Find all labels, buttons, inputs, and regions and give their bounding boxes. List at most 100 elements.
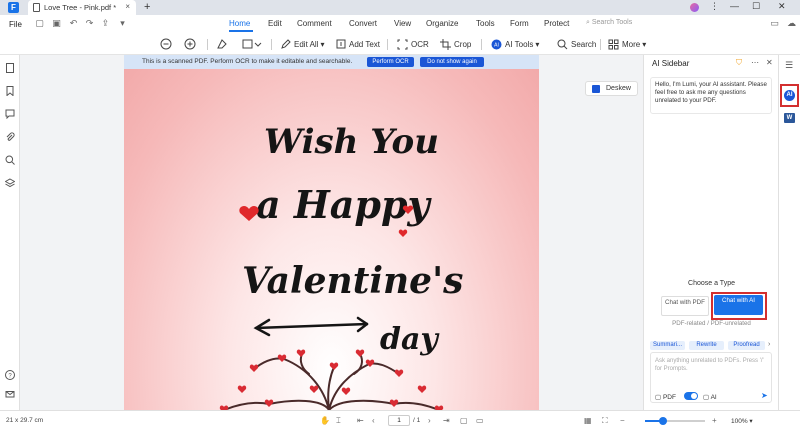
- prev-page-icon[interactable]: ‹: [372, 416, 375, 425]
- user-avatar[interactable]: [690, 3, 699, 12]
- zoom-in-icon[interactable]: +: [712, 416, 717, 425]
- close-panel-icon[interactable]: ✕: [766, 58, 773, 67]
- open-folder-icon[interactable]: ▢: [34, 18, 45, 29]
- menu-comment[interactable]: Comment: [297, 19, 332, 28]
- screen-icon[interactable]: ▭: [769, 18, 780, 29]
- chevron-down-icon: ▾: [320, 39, 325, 49]
- more-options-icon[interactable]: ⋯: [751, 58, 759, 67]
- close-window-button[interactable]: ✕: [778, 1, 786, 12]
- arrow-graphic: [253, 316, 369, 337]
- properties-icon[interactable]: ☰: [785, 60, 793, 71]
- page-number-input[interactable]: 1: [388, 415, 410, 426]
- zoom-level[interactable]: 100% ▾: [731, 417, 753, 425]
- zoom-out-button[interactable]: [160, 37, 175, 51]
- select-tool-icon[interactable]: ⌶: [336, 416, 341, 426]
- ai-tools-button[interactable]: AI AI Tools ▾: [491, 37, 539, 51]
- ai-option[interactable]: ▢ AI: [703, 393, 717, 401]
- status-bar: 21 x 29.7 cm ✋ ⌶ ⇤ ‹ 1 / 1 › ⇥ ▢ ▭ ▦ ⛶ −…: [0, 410, 800, 429]
- cart-icon[interactable]: ⛉: [736, 58, 742, 68]
- highlighter-icon: [217, 39, 227, 49]
- minimize-button[interactable]: —: [730, 1, 739, 11]
- ai-prompt-input[interactable]: Ask anything unrelated to PDFs. Press '/…: [650, 352, 772, 403]
- first-page-icon[interactable]: ⇤: [357, 416, 364, 425]
- ocr-banner-message: This is a scanned PDF. Perform OCR to ma…: [142, 58, 353, 65]
- ai-option-label: AI: [710, 394, 717, 401]
- new-tab-button[interactable]: +: [144, 1, 150, 13]
- menu-organize[interactable]: Organize: [426, 19, 458, 28]
- wish-you-text-1: Wish You: [264, 122, 439, 162]
- ai-tools-icon: AI: [491, 39, 502, 49]
- menu-tools[interactable]: Tools: [476, 19, 495, 28]
- fit-page-icon[interactable]: ▢: [460, 416, 468, 425]
- deskew-button[interactable]: Deskew: [585, 81, 638, 96]
- crop-button[interactable]: Crop: [440, 37, 471, 51]
- menu-form[interactable]: Form: [510, 19, 529, 28]
- highlight-button[interactable]: [216, 37, 231, 51]
- file-menu[interactable]: File: [9, 20, 22, 29]
- document-tab[interactable]: Love Tree - Pink.pdf * ×: [28, 0, 136, 15]
- zoom-in-button[interactable]: [184, 37, 199, 51]
- toolbar: Edit All ▾ Add Text OCR Crop AI AI Tools…: [0, 33, 800, 55]
- fullscreen-icon[interactable]: ⛶: [602, 416, 608, 426]
- send-icon[interactable]: ➤: [761, 391, 768, 400]
- word-convert-icon[interactable]: W: [784, 113, 795, 123]
- last-page-icon[interactable]: ⇥: [443, 416, 450, 425]
- undo-icon[interactable]: ↶: [68, 18, 79, 29]
- comment-icon[interactable]: [5, 109, 15, 119]
- proofread-chip[interactable]: Proofread: [728, 341, 765, 350]
- page-size-label: 21 x 29.7 cm: [6, 417, 44, 424]
- tab-close-icon[interactable]: ×: [125, 2, 130, 11]
- perform-ocr-button[interactable]: Perform OCR: [367, 57, 414, 67]
- search-button[interactable]: Search: [557, 37, 596, 51]
- menu-edit[interactable]: Edit: [268, 19, 282, 28]
- mode-toggle[interactable]: [684, 392, 698, 400]
- zoom-slider-knob[interactable]: [659, 417, 667, 425]
- shape-button[interactable]: [242, 37, 265, 51]
- add-text-button[interactable]: Add Text: [336, 37, 380, 51]
- menu-protect[interactable]: Protect: [544, 19, 569, 28]
- search-tools-input[interactable]: ⌕ Search Tools: [586, 19, 632, 27]
- hand-tool-icon[interactable]: ✋: [320, 416, 330, 425]
- search-icon[interactable]: [5, 155, 15, 165]
- crop-icon: [440, 38, 451, 50]
- maximize-button[interactable]: ☐: [752, 1, 760, 12]
- attachment-icon[interactable]: [5, 132, 15, 142]
- menu-convert[interactable]: Convert: [349, 19, 377, 28]
- chat-with-ai-button[interactable]: Chat with AI: [714, 295, 763, 315]
- add-text-icon: [336, 39, 346, 49]
- do-not-show-again-button[interactable]: Do not show again: [420, 57, 484, 67]
- more-button[interactable]: More ▾: [608, 37, 646, 51]
- help-icon[interactable]: ?: [5, 370, 15, 380]
- customize-icon[interactable]: ▾: [117, 18, 128, 29]
- document-canvas[interactable]: This is a scanned PDF. Perform OCR to ma…: [20, 55, 643, 410]
- cloud-icon[interactable]: ☁: [786, 18, 797, 29]
- bookmark-icon[interactable]: [5, 86, 15, 96]
- ai-assistant-icon[interactable]: AI: [784, 90, 795, 101]
- summarize-chip[interactable]: Summari...: [650, 341, 685, 350]
- message-icon[interactable]: [5, 390, 15, 400]
- day-text: day: [380, 322, 440, 357]
- page-layout-icon[interactable]: ▦: [584, 416, 592, 425]
- page-thumbnail-icon[interactable]: [5, 63, 15, 73]
- chat-with-pdf-button[interactable]: Chat with PDF: [661, 296, 709, 316]
- zoom-out-icon[interactable]: −: [620, 416, 625, 425]
- edit-all-button[interactable]: Edit All ▾: [281, 37, 324, 51]
- layers-icon[interactable]: [5, 178, 15, 188]
- share-icon[interactable]: ⇪: [100, 18, 111, 29]
- crop-label: Crop: [454, 39, 472, 49]
- menu-dots-icon[interactable]: ⋮: [710, 1, 719, 12]
- fit-width-icon[interactable]: ▭: [476, 416, 484, 425]
- pdf-option[interactable]: ▢ PDF: [655, 393, 676, 401]
- ocr-button[interactable]: OCR: [397, 37, 429, 51]
- app-logo-icon: F: [8, 2, 19, 13]
- menu-view[interactable]: View: [394, 19, 411, 28]
- save-icon[interactable]: ▣: [51, 18, 62, 29]
- pdf-page[interactable]: Wish You a Happy Valentine's day: [124, 69, 539, 410]
- menu-home[interactable]: Home: [229, 19, 250, 28]
- redo-icon[interactable]: ↷: [84, 18, 95, 29]
- valentines-text: Valentine's: [242, 260, 463, 302]
- chips-more-icon[interactable]: ›: [768, 341, 770, 348]
- next-page-icon[interactable]: ›: [428, 416, 431, 425]
- rewrite-chip[interactable]: Rewrite: [689, 341, 724, 350]
- zoom-slider[interactable]: [645, 417, 705, 425]
